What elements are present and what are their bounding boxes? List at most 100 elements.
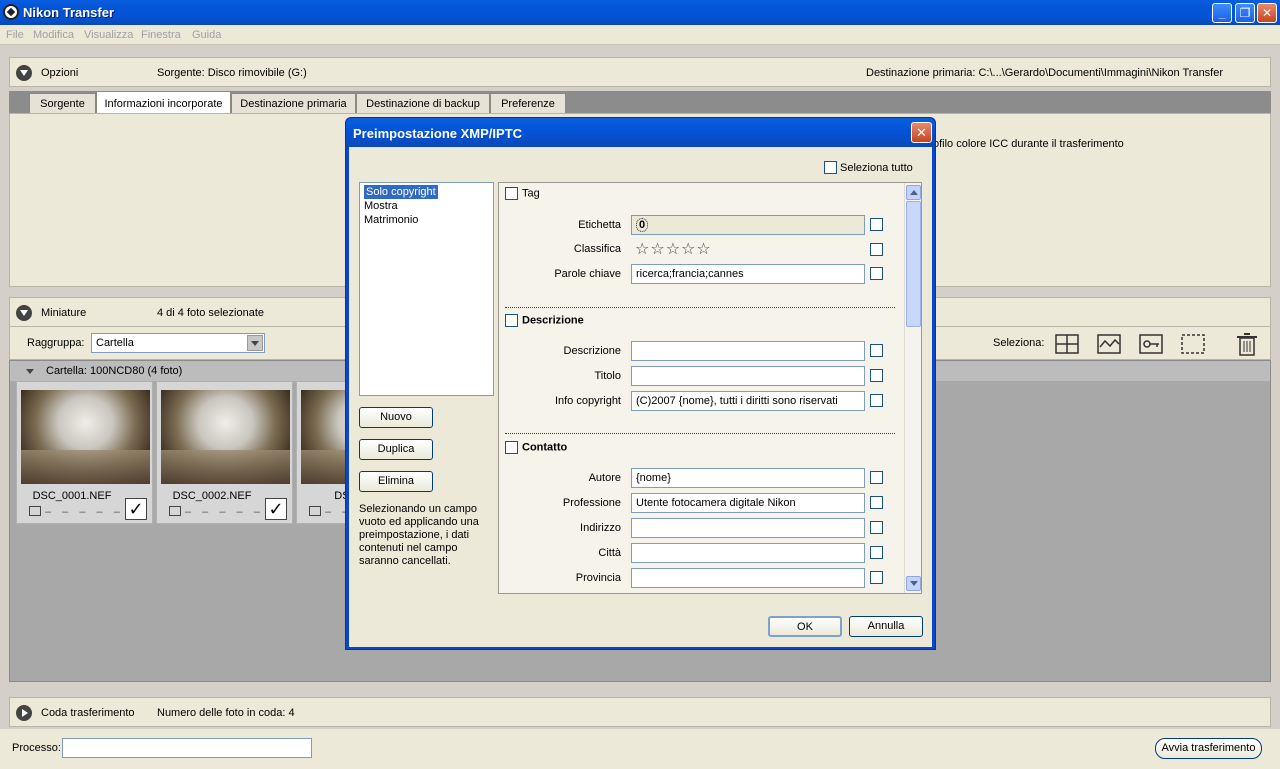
scroll-down-icon[interactable] (906, 576, 921, 591)
process-progress (62, 738, 312, 758)
app-icon (3, 4, 19, 20)
thumbnail-checkbox[interactable]: ✓ (265, 498, 287, 520)
dialog-body: Seleziona tutto Solo copyright Mostra Ma… (349, 147, 932, 647)
collapse-icon[interactable] (16, 305, 32, 321)
status-bar: Processo: Avvia trasferimento (0, 729, 1280, 769)
rating-stars[interactable]: ☆☆☆☆☆ (635, 239, 712, 259)
field-checkbox[interactable] (870, 496, 883, 509)
stack-icon (309, 506, 321, 516)
section-divider (505, 433, 895, 434)
window-titlebar: Nikon Transfer _ ❐ ✕ (0, 0, 1280, 25)
expand-icon[interactable] (16, 705, 32, 721)
preset-item[interactable]: Mostra (364, 199, 489, 213)
tab-preferenze[interactable]: Preferenze (490, 93, 566, 114)
source-text: Sorgente: Disco rimovibile (G:) (157, 67, 307, 79)
dialog-titlebar: Preimpostazione XMP/IPTC ✕ (346, 118, 935, 147)
field-checkbox[interactable] (870, 344, 883, 357)
file-name: DSC_0002.NEF (172, 490, 252, 502)
field-label: Autore (588, 472, 621, 484)
section-divider (505, 307, 895, 308)
scroll-thumb[interactable] (906, 201, 921, 327)
trash-icon[interactable] (1232, 330, 1260, 356)
file-name: DSC_0001.NEF (32, 490, 112, 502)
menu-bar: File Modifica Visualizza Finestra Guida (0, 25, 1280, 45)
fields-scrollbar[interactable] (904, 183, 921, 593)
field-checkbox[interactable] (870, 243, 883, 256)
xmp-iptc-dialog: Preimpostazione XMP/IPTC ✕ Seleziona tut… (345, 117, 936, 650)
stack-icon (29, 506, 41, 516)
close-button[interactable]: ✕ (1257, 3, 1277, 23)
author-field[interactable]: {nome} (631, 468, 865, 488)
group-value: Cartella (96, 337, 134, 349)
description-section-checkbox[interactable] (505, 314, 518, 327)
photo-preview (21, 390, 150, 484)
scroll-up-icon[interactable] (906, 185, 921, 200)
field-checkbox[interactable] (870, 521, 883, 534)
field-checkbox[interactable] (870, 218, 883, 231)
preset-item[interactable]: Solo copyright (364, 185, 438, 199)
field-checkbox[interactable] (870, 267, 883, 280)
chevron-down-icon (247, 335, 263, 351)
thumbnail[interactable]: DSC_0002.NEF – – – – – ✓ (156, 381, 293, 524)
queue-label: Coda trasferimento (41, 707, 135, 719)
deselect-icon[interactable] (1178, 330, 1206, 356)
start-transfer-button[interactable]: Avvia trasferimento (1155, 738, 1262, 759)
address-field[interactable] (631, 518, 865, 538)
menu-guida[interactable]: Guida (192, 29, 221, 41)
tab-destinazione-backup[interactable]: Destinazione di backup (356, 93, 490, 114)
city-field[interactable] (631, 543, 865, 563)
contact-section-checkbox[interactable] (505, 441, 518, 454)
keywords-field[interactable]: ricerca;francia;cannes (631, 264, 865, 284)
profession-field[interactable]: Utente fotocamera digitale Nikon (631, 493, 865, 513)
description-field[interactable] (631, 341, 865, 361)
select-all-icon[interactable] (1052, 330, 1080, 356)
field-checkbox[interactable] (870, 571, 883, 584)
fields-panel: Tag Etichetta 0 Classifica ☆☆☆☆☆ Parole … (498, 182, 922, 594)
tag-section-title: Tag (522, 187, 540, 200)
delete-preset-button[interactable]: Elimina (359, 471, 433, 492)
thumbnail-checkbox[interactable]: ✓ (125, 498, 147, 520)
field-checkbox[interactable] (870, 394, 883, 407)
tab-destinazione-primaria[interactable]: Destinazione primaria (231, 93, 356, 114)
duplicate-preset-button[interactable]: Duplica (359, 439, 433, 460)
minimize-button[interactable]: _ (1212, 3, 1232, 23)
copyright-field[interactable]: (C)2007 {nome}, tutti i diritti sono ris… (631, 391, 865, 411)
tag-section-checkbox[interactable] (505, 187, 518, 200)
menu-file[interactable]: File (6, 29, 24, 41)
rating-dashes: – – – – – (185, 506, 264, 518)
menu-modifica[interactable]: Modifica (33, 29, 74, 41)
dialog-close-button[interactable]: ✕ (911, 122, 932, 143)
dialog-title: Preimpostazione XMP/IPTC (353, 126, 523, 141)
field-label: Info copyright (554, 395, 621, 407)
ok-button[interactable]: OK (768, 616, 842, 637)
tab-sorgente[interactable]: Sorgente (29, 93, 96, 114)
preset-list[interactable]: Solo copyright Mostra Matrimonio (359, 182, 494, 396)
field-checkbox[interactable] (870, 369, 883, 382)
collapse-icon[interactable] (16, 65, 32, 81)
group-select[interactable]: Cartella (91, 333, 265, 353)
contact-section-header: Contatto (505, 441, 567, 454)
preset-item[interactable]: Matrimonio (364, 213, 489, 227)
title-field[interactable] (631, 366, 865, 386)
field-label: Descrizione (563, 345, 621, 357)
cancel-button[interactable]: Annulla (849, 616, 923, 637)
label-value: 0 (636, 218, 649, 232)
process-label: Processo: (12, 742, 61, 754)
thumbnail[interactable]: DSC_0001.NEF – – – – – ✓ (16, 381, 153, 524)
new-preset-button[interactable]: Nuovo (359, 407, 433, 428)
select-all-checkbox[interactable] (824, 161, 837, 174)
select-new-icon[interactable] (1094, 330, 1122, 356)
menu-finestra[interactable]: Finestra (141, 29, 181, 41)
tab-informazioni-incorporate[interactable]: Informazioni incorporate (96, 91, 231, 115)
tag-section-header: Tag (505, 187, 540, 200)
field-label: Titolo (594, 370, 622, 382)
field-checkbox[interactable] (870, 471, 883, 484)
menu-visualizza[interactable]: Visualizza (84, 29, 133, 41)
province-field[interactable] (631, 568, 865, 588)
select-protected-icon[interactable] (1136, 330, 1164, 356)
selection-count: 4 di 4 foto selezionate (157, 307, 265, 319)
help-text: Selezionando un campo vuoto ed applicand… (359, 503, 479, 567)
label-field[interactable]: 0 (631, 215, 865, 235)
maximize-button[interactable]: ❐ (1235, 3, 1255, 23)
field-checkbox[interactable] (870, 546, 883, 559)
